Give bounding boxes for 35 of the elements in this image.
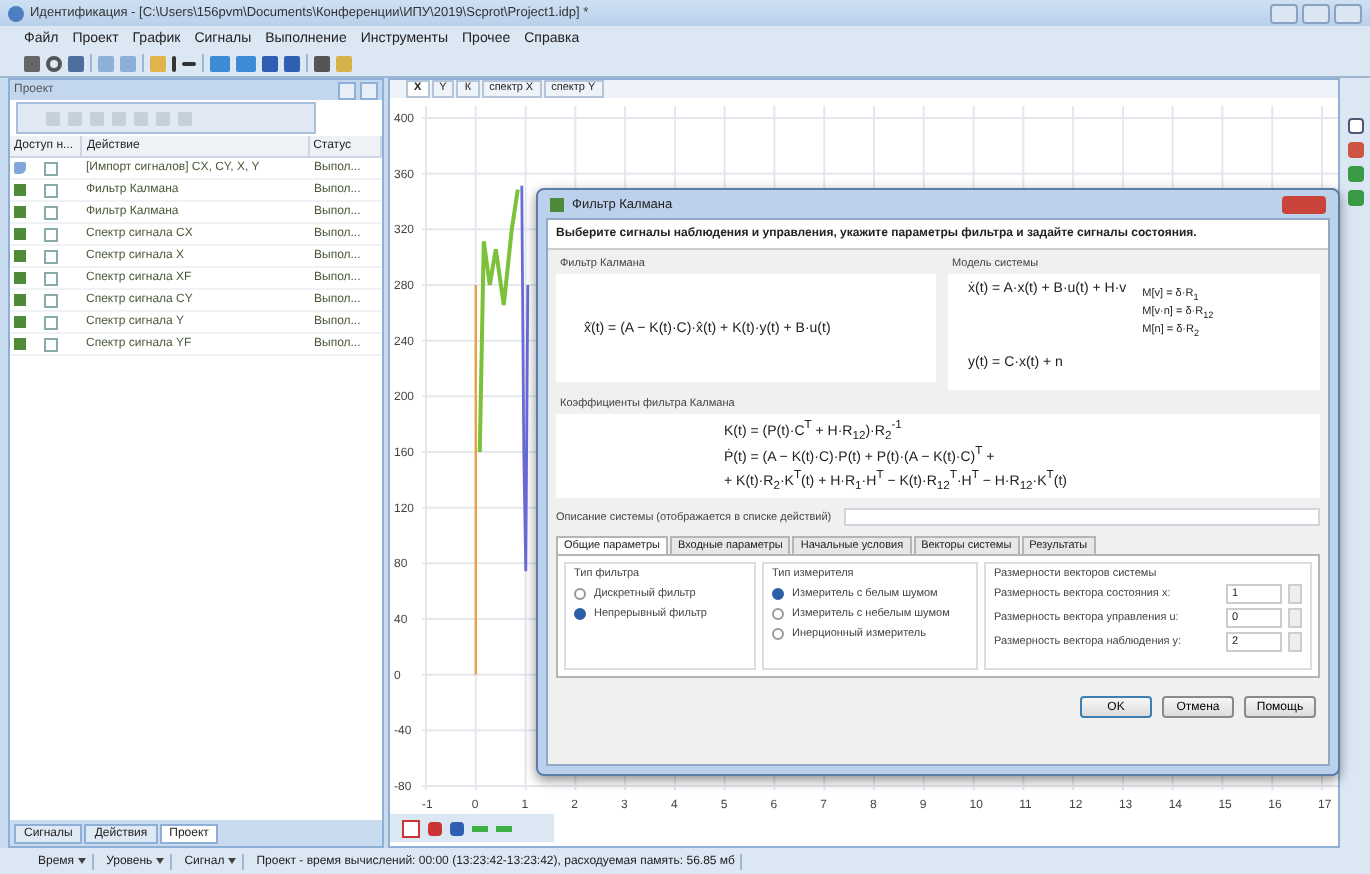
radio-button[interactable]	[772, 628, 784, 640]
radio-button[interactable]	[772, 588, 784, 600]
input-field[interactable]	[843, 508, 1320, 526]
square-icon	[14, 228, 26, 240]
checkbox[interactable]	[44, 205, 58, 219]
app-icon	[8, 5, 24, 21]
app-icon	[550, 197, 564, 211]
caret-icon	[228, 858, 237, 864]
close-button[interactable]	[360, 81, 378, 99]
radio-button[interactable]	[772, 608, 784, 620]
square-icon	[14, 184, 26, 196]
square-icon	[14, 206, 26, 218]
checkbox[interactable]	[44, 337, 58, 351]
checkbox[interactable]	[44, 249, 58, 263]
pin-button[interactable]	[338, 81, 356, 99]
minimize-button[interactable]	[1270, 3, 1298, 23]
square-icon	[14, 338, 26, 350]
checkbox[interactable]	[44, 161, 58, 175]
radio-button[interactable]	[574, 588, 586, 600]
checkbox[interactable]	[44, 315, 58, 329]
close-button[interactable]	[1282, 195, 1326, 213]
maximize-button[interactable]	[1302, 3, 1330, 23]
page-icon[interactable]	[402, 819, 420, 837]
close-button[interactable]	[1334, 3, 1362, 23]
caret-icon	[156, 858, 165, 864]
checkbox[interactable]	[44, 227, 58, 241]
square-icon	[14, 316, 26, 328]
square-icon	[14, 250, 26, 262]
checkbox[interactable]	[44, 293, 58, 307]
square-icon	[14, 294, 26, 306]
checkbox[interactable]	[44, 183, 58, 197]
square-icon	[14, 272, 26, 284]
checkbox[interactable]	[44, 271, 58, 285]
radio-button[interactable]	[574, 608, 586, 620]
caret-icon	[78, 858, 87, 864]
